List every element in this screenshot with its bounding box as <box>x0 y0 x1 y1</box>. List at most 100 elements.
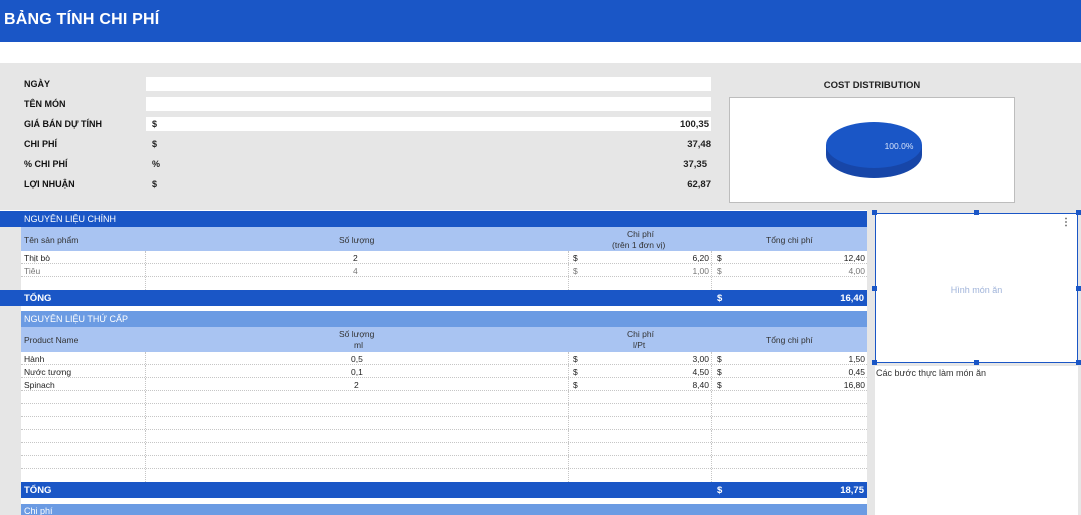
pie-slice-label: 100.0% <box>885 141 914 151</box>
cost-distribution-chart[interactable]: 100.0% <box>729 97 1015 203</box>
cost-currency: $ <box>152 139 158 149</box>
col-quantity: Số lượng <box>339 329 375 339</box>
row-cost: 6,20 <box>692 253 709 263</box>
secondary-ingredients-header: NGUYÊN LIỆU THỨ CẤP <box>21 311 867 327</box>
row-name: Spinach <box>24 380 55 390</box>
row-total: 12,40 <box>843 253 865 263</box>
resize-handle-icon[interactable] <box>1076 286 1081 291</box>
table-row[interactable]: Tiêu 4 $ 1,00 $ 4,00 <box>21 264 867 277</box>
row-qty: 2 <box>353 253 358 263</box>
row-qty: 2 <box>354 380 359 390</box>
profit-currency: $ <box>152 179 158 189</box>
table-row-empty[interactable] <box>21 456 867 469</box>
cost-percent-value: 37,35 <box>683 159 707 170</box>
row-cost: 3,00 <box>692 354 709 364</box>
resize-handle-icon[interactable] <box>872 210 877 215</box>
row-total: 0,45 <box>848 367 865 377</box>
col-total-cost: Tổng chi phí <box>766 235 813 245</box>
col-product-name: Product Name <box>24 335 79 345</box>
total-currency: $ <box>717 293 723 304</box>
main-ingredients-header: NGUYÊN LIỆU CHÍNH <box>0 211 868 227</box>
chart-title: COST DISTRIBUTION <box>823 80 921 91</box>
price-label: GIÁ BÁN DỰ TÍNH <box>24 119 102 129</box>
col-unit-cost-sub: (trên 1 đơn vị) <box>612 240 666 250</box>
row-cost: 8,40 <box>692 380 709 390</box>
row-cost-currency: $ <box>573 367 578 377</box>
total-value: 16,40 <box>840 293 864 304</box>
resize-handle-icon[interactable] <box>872 286 877 291</box>
next-section-title: Chi phí <box>24 506 53 515</box>
row-cost: 4,50 <box>692 367 709 377</box>
row-qty: 0,1 <box>351 367 363 377</box>
table-row[interactable]: Nước tương 0,1 $ 4,50 $ 0,45 <box>21 365 867 378</box>
price-input[interactable]: $ 100,35 <box>146 117 711 131</box>
row-cost: 1,00 <box>692 266 709 276</box>
resize-handle-icon[interactable] <box>1076 360 1081 365</box>
left-gutter <box>0 227 21 290</box>
col-unit-cost: Chi phí <box>627 329 654 339</box>
row-qty: 4 <box>353 266 358 276</box>
table-row-empty[interactable] <box>21 430 867 443</box>
price-value: 100,35 <box>679 119 709 130</box>
profit-value: 62,87 <box>687 179 711 190</box>
main-ingredients-column-headers: Tên sản phẩm Số lượng Chi phí (trên 1 đơ… <box>21 227 867 251</box>
resize-handle-icon[interactable] <box>872 360 877 365</box>
col-unit-cost: Chi phí <box>627 229 654 239</box>
resize-handle-icon[interactable] <box>974 360 979 365</box>
dish-image-placeholder[interactable]: Hình món ăn ⋮ <box>875 213 1078 363</box>
row-name: Thịt bò <box>24 253 50 263</box>
row-total-currency: $ <box>717 367 722 377</box>
title-bar: BẢNG TÍNH CHI PHÍ <box>0 0 1081 42</box>
main-ingredients-total: TỔNG $ 16,40 <box>0 290 868 306</box>
total-label: TỔNG <box>24 485 52 496</box>
table-row[interactable]: Hành 0,5 $ 3,00 $ 1,50 <box>21 352 867 365</box>
table-row-empty[interactable] <box>21 417 867 430</box>
row-cost-currency: $ <box>573 380 578 390</box>
table-row[interactable]: Spinach 2 $ 8,40 $ 16,80 <box>21 378 867 391</box>
col-quantity-sub: ml <box>354 340 363 350</box>
date-label: NGÀY <box>24 79 51 89</box>
row-cost-currency: $ <box>573 354 578 364</box>
dish-image-placeholder-text: Hình món ăn <box>950 285 1003 295</box>
table-row-empty[interactable] <box>21 443 867 456</box>
more-options-icon[interactable]: ⋮ <box>1061 217 1071 228</box>
row-qty: 0,5 <box>351 354 363 364</box>
secondary-ingredients-total: TỔNG $ 18,75 <box>21 482 867 498</box>
row-total-currency: $ <box>717 380 722 390</box>
row-cost-currency: $ <box>573 266 578 276</box>
cost-percent-symbol: % <box>152 159 161 169</box>
total-value: 18,75 <box>840 485 864 496</box>
total-currency: $ <box>717 485 723 496</box>
table-row-empty[interactable] <box>21 404 867 417</box>
resize-handle-icon[interactable] <box>974 210 979 215</box>
col-quantity: Số lượng <box>339 235 375 245</box>
row-total: 1,50 <box>848 354 865 364</box>
total-label: TỔNG <box>24 293 52 304</box>
recipe-steps-box[interactable]: Các bước thực làm món ăn <box>875 366 1078 515</box>
table-row-empty[interactable] <box>21 391 867 404</box>
row-cost-currency: $ <box>573 253 578 263</box>
next-section-header: Chi phí <box>21 504 867 515</box>
price-currency: $ <box>152 119 158 129</box>
dish-name-input[interactable] <box>146 97 711 111</box>
row-total: 4,00 <box>848 266 865 276</box>
table-row-empty[interactable] <box>21 277 867 290</box>
profit-label: LỢI NHUẬN <box>24 179 75 189</box>
left-gutter <box>0 306 21 515</box>
col-total-cost: Tổng chi phí <box>766 335 813 345</box>
row-total-currency: $ <box>717 253 722 263</box>
secondary-ingredients-column-headers: Product Name Số lượng ml Chi phí l/Pt Tổ… <box>21 327 867 352</box>
table-row-empty[interactable] <box>21 469 867 482</box>
cost-percent-label: % CHI PHÍ <box>24 159 68 169</box>
row-name: Nước tương <box>24 367 72 377</box>
row-name: Hành <box>24 354 45 364</box>
row-name: Tiêu <box>24 266 41 276</box>
cost-label: CHI PHÍ <box>24 139 58 149</box>
table-row[interactable]: Thịt bò 2 $ 6,20 $ 12,40 <box>21 251 867 264</box>
resize-handle-icon[interactable] <box>1076 210 1081 215</box>
row-total-currency: $ <box>717 354 722 364</box>
secondary-ingredients-title: NGUYÊN LIỆU THỨ CẤP <box>24 314 129 324</box>
date-input[interactable] <box>146 77 711 91</box>
recipe-steps-label: Các bước thực làm món ăn <box>876 368 986 378</box>
row-total: 16,80 <box>843 380 865 390</box>
